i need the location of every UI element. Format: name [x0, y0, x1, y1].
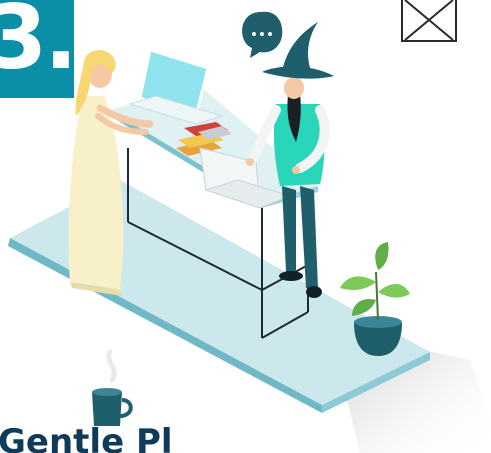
close-button[interactable]: [401, 0, 457, 42]
step-caption: Gentle Pl: [0, 422, 173, 453]
step-badge: 3.: [0, 0, 74, 98]
close-x-icon: [404, 0, 454, 40]
onboarding-step-card: 3. Gentle Pl: [0, 0, 491, 453]
speech-bubble-icon: [242, 11, 283, 58]
coffee-mug-icon: [92, 349, 133, 426]
step-number: 3.: [0, 0, 74, 89]
